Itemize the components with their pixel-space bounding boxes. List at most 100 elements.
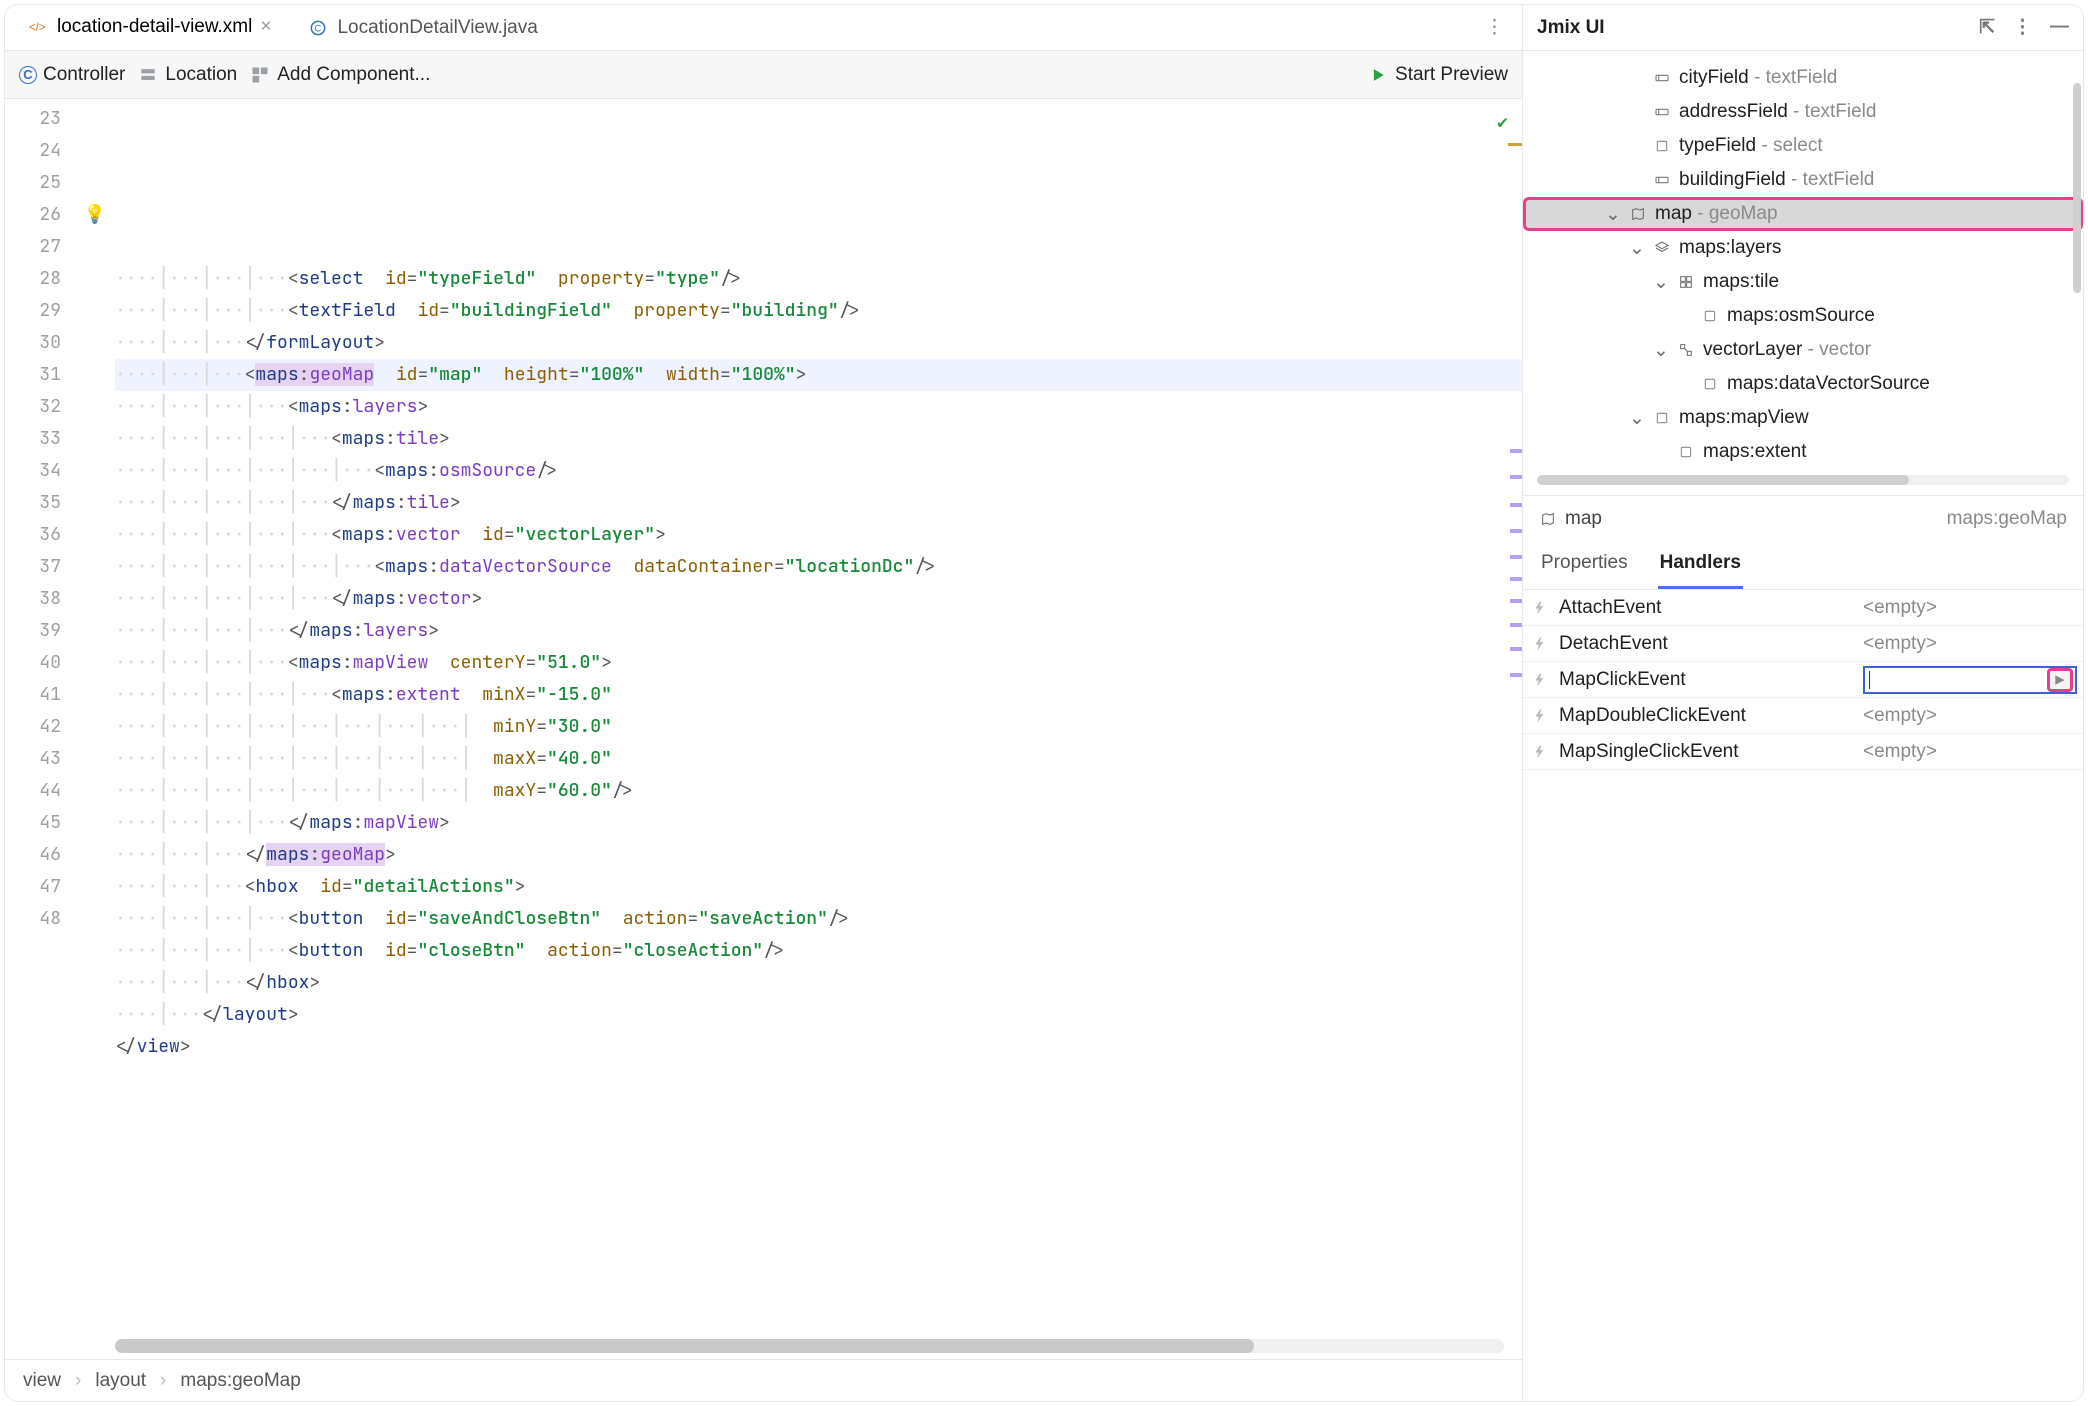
component-tree[interactable]: cityField - textField addressField - text… [1523,51,2083,475]
tree-node-vectorlayer[interactable]: ⌄ vectorLayer - vector [1523,333,2083,367]
tree-node-maps-layers[interactable]: ⌄ maps:layers [1523,231,2083,265]
lightning-icon [1523,744,1557,760]
tree-node-maps-mapview[interactable]: ⌄ maps:mapView [1523,401,2083,435]
error-stripe[interactable] [1510,99,1522,1333]
chevron-down-icon[interactable]: ⌄ [1629,407,1645,430]
tree-node-buildingfield[interactable]: buildingField - textField [1523,163,2083,197]
jmix-ui-panel: Jmix UI ⇱ ⋮ — cityField - textField addre… [1523,5,2083,1401]
handler-value[interactable]: ▸ [1857,666,2083,694]
editor-tabs: </> location-detail-view.xml × C Locatio… [5,5,1522,51]
field-icon [1653,103,1671,121]
add-component-icon [249,64,271,86]
add-component-button[interactable]: Add Component... [249,64,430,86]
code-content[interactable]: ✔ ····│···│···│···<select id="typeField"… [115,99,1522,1333]
handler-row-MapSingleClickEvent[interactable]: MapSingleClickEvent<empty> [1523,734,2083,770]
svg-text:C: C [315,23,322,33]
close-icon[interactable]: × [260,16,271,38]
handler-row-MapDoubleClickEvent[interactable]: MapDoubleClickEvent<empty> [1523,698,2083,734]
location-button[interactable]: Location [137,64,237,86]
tree-node-cityfield[interactable]: cityField - textField [1523,61,2083,95]
play-icon [1367,64,1389,86]
inspection-gutter: 💡 [75,99,115,1333]
pop-out-icon[interactable]: ⇱ [1979,16,1995,39]
chevron-down-icon[interactable]: ⌄ [1653,339,1669,362]
tab-handlers[interactable]: Handlers [1658,542,1743,589]
tree-node-label: map - geoMap [1655,203,1778,225]
handler-name: MapClickEvent [1557,669,1857,691]
handler-value[interactable]: <empty> [1857,705,2083,727]
tree-node-label: maps:mapView [1679,407,1809,429]
box-icon [1701,375,1719,393]
tree-node-label: maps:tile [1703,271,1779,293]
tree-node-maps-tile[interactable]: ⌄ maps:tile [1523,265,2083,299]
tree-node-label: vectorLayer - vector [1703,339,1871,361]
handlers-list: AttachEvent<empty>DetachEvent<empty>MapC… [1523,590,2083,1401]
start-preview-label: Start Preview [1395,64,1508,86]
handler-row-MapClickEvent[interactable]: MapClickEvent ▸ [1523,662,2083,698]
layers-icon [1653,239,1671,257]
vector-icon [1677,341,1695,359]
tree-vertical-scrollbar[interactable] [2073,83,2081,293]
handler-name: DetachEvent [1557,633,1857,655]
controller-icon: C [19,66,37,84]
chevron-down-icon[interactable]: ⌄ [1653,271,1669,294]
tree-node-typefield[interactable]: typeField - select [1523,129,2083,163]
lightning-icon [1523,636,1557,652]
location-label: Location [165,64,237,86]
tab-overflow-menu[interactable]: ⋮ [1475,16,1514,39]
handler-value-input[interactable] [1863,666,2077,694]
no-problems-icon: ✔ [1497,107,1508,139]
panel-options-icon[interactable]: ⋮ [2013,16,2032,39]
chevron-down-icon[interactable]: ⌄ [1605,203,1621,226]
map-icon [1629,205,1647,223]
tree-node-map[interactable]: ⌄ map - geoMap [1523,197,2083,231]
selected-component-type: maps:geoMap [1947,508,2067,530]
minimize-icon[interactable]: — [2050,16,2069,39]
designer-toolbar: C Controller Location Add Component... S… [5,51,1522,99]
handler-value[interactable]: <empty> [1857,633,2083,655]
tree-node-addressfield[interactable]: addressField - textField [1523,95,2083,129]
tree-node-maps-extent[interactable]: maps:extent [1523,435,2083,469]
handler-row-AttachEvent[interactable]: AttachEvent<empty> [1523,590,2083,626]
tree-node-label: typeField - select [1679,135,1823,157]
editor-horizontal-scrollbar[interactable] [115,1339,1504,1353]
editor-breadcrumbs[interactable]: view›layout›maps:geoMap [5,1359,1522,1401]
field-icon [1653,171,1671,189]
box-icon [1653,137,1671,155]
breadcrumb-item[interactable]: maps:geoMap [180,1370,300,1392]
line-number-gutter: 2324252627282930313233343536373839404142… [5,99,75,1333]
tree-node-label: addressField - textField [1679,101,1876,123]
tree-node-maps-datavectorsource[interactable]: maps:dataVectorSource [1523,367,2083,401]
field-icon [1653,69,1671,87]
tree-node-label: maps:dataVectorSource [1727,373,1930,395]
handler-name: MapSingleClickEvent [1557,741,1857,763]
handler-value[interactable]: <empty> [1857,741,2083,763]
tab-location-java[interactable]: C LocationDetailView.java [293,5,551,50]
tab-label: location-detail-view.xml [57,16,252,38]
java-class-icon: C [307,17,329,39]
generate-handler-button[interactable]: ▸ [2047,668,2073,692]
tree-node-label: maps:layers [1679,237,1781,259]
handler-row-DetachEvent[interactable]: DetachEvent<empty> [1523,626,2083,662]
selected-component-crumb: map maps:geoMap [1523,496,2083,542]
entity-icon [137,64,159,86]
box-icon [1701,307,1719,325]
lightning-icon [1523,672,1557,688]
tab-label: LocationDetailView.java [337,17,537,39]
inspector-tabs: Properties Handlers [1523,542,2083,590]
handler-value[interactable]: <empty> [1857,597,2083,619]
tab-location-xml[interactable]: </> location-detail-view.xml × [13,5,285,50]
tree-node-label: maps:extent [1703,441,1807,463]
tree-horizontal-scrollbar[interactable] [1537,475,2069,485]
start-preview-button[interactable]: Start Preview [1367,64,1508,86]
tree-node-label: buildingField - textField [1679,169,1874,191]
breadcrumb-item[interactable]: view [23,1370,61,1392]
chevron-down-icon[interactable]: ⌄ [1629,237,1645,260]
breadcrumb-item[interactable]: layout [95,1370,146,1392]
intention-bulb-icon[interactable]: 💡 [84,199,106,231]
tab-properties[interactable]: Properties [1539,542,1630,589]
panel-title: Jmix UI [1537,17,1605,39]
code-editor[interactable]: 2324252627282930313233343536373839404142… [5,99,1522,1333]
controller-button[interactable]: C Controller [19,64,125,86]
tree-node-maps-osmsource[interactable]: maps:osmSource [1523,299,2083,333]
